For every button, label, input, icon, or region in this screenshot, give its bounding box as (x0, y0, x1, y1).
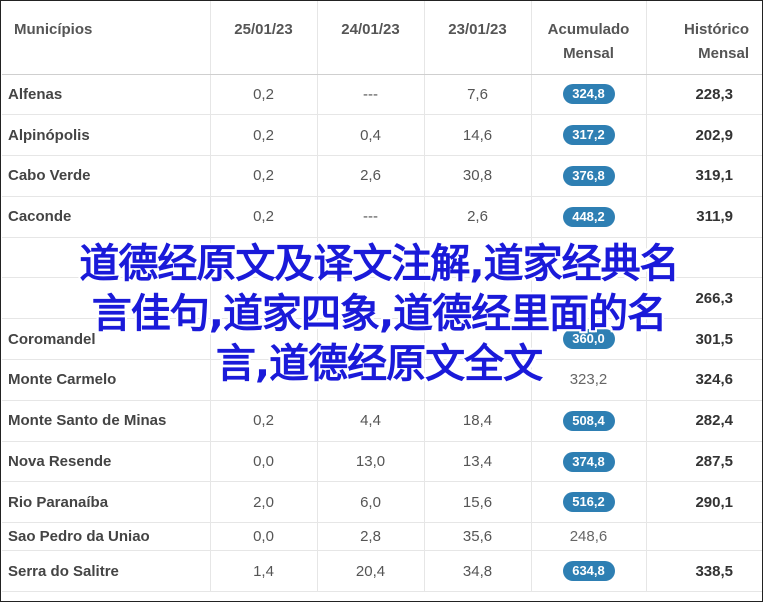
cell-date-2: 2,8 (316, 522, 424, 552)
cell-date-1: 0,2 (209, 74, 317, 116)
acumulado-badge: 374,8 (562, 451, 615, 472)
cell-historico: 290,1 (645, 481, 762, 524)
cell-acumulado: 448,2 (530, 196, 646, 238)
header-date-3[interactable]: 23/01/23 (423, 1, 531, 75)
cell-historico: 228,3 (645, 74, 762, 116)
overlay-caption-line2: 言佳句,道家四象,道德经里面的名 (91, 291, 667, 337)
cell-municipio: Monte Santo de Minas (2, 400, 210, 442)
table-row: Nova Resende 0,0 13,0 13,4 374,8 287,5 (2, 441, 762, 483)
cell-historico: 311,9 (645, 196, 762, 238)
cell-date-2: 6,0 (316, 481, 424, 524)
cell-date-1: 0,0 (209, 441, 317, 483)
acumulado-badge: 508,4 (562, 410, 615, 431)
header-acumulado[interactable]: Acumulado Mensal (530, 1, 646, 75)
table-row: Cabo Verde 0,2 2,6 30,8 376,8 319,1 (2, 155, 762, 197)
header-date-2[interactable]: 24/01/23 (316, 1, 424, 75)
precipitation-table-frame: Municípios 25/01/23 24/01/23 23/01/23 Ac… (0, 0, 763, 602)
cell-acumulado: 516,2 (530, 481, 646, 524)
acumulado-badge: 448,2 (562, 206, 615, 227)
cell-date-2: 13,0 (316, 441, 424, 483)
acumulado-badge: 516,2 (562, 492, 615, 513)
cell-historico: 202,9 (645, 114, 762, 157)
header-municipios-label: Municípios (14, 21, 93, 38)
acumulado-badge: 634,8 (562, 561, 615, 582)
overlay-caption-line1: 道德经原文及译文注解,道家经典名 (79, 241, 679, 287)
cell-acumulado: 324,8 (530, 74, 646, 116)
table-row: Sao Pedro da Uniao 0,0 2,8 35,6 248,6 (2, 522, 762, 552)
header-date-1-label: 25/01/23 (234, 21, 293, 38)
acumulado-badge: 324,8 (562, 84, 615, 105)
cell-acumulado: 508,4 (530, 400, 646, 442)
header-date-3-label: 23/01/23 (448, 21, 507, 38)
cell-acumulado: 376,8 (530, 155, 646, 197)
cell-date-1: 0,2 (209, 196, 317, 238)
cell-municipio: Nova Resende (2, 441, 210, 483)
cell-historico (645, 522, 762, 552)
cell-date-2: 20,4 (316, 550, 424, 593)
table-row: Rio Paranaíba 2,0 6,0 15,6 516,2 290,1 (2, 481, 762, 524)
cell-municipio: Alpinópolis (2, 114, 210, 157)
cell-date-2: --- (316, 74, 424, 116)
table-row: Alpinópolis 0,2 0,4 14,6 317,2 202,9 (2, 114, 762, 157)
header-historico-line1: Histórico (683, 21, 749, 38)
cell-historico: 287,5 (645, 441, 762, 483)
table-row: Alfenas 0,2 --- 7,6 324,8 228,3 (2, 74, 762, 116)
acumulado-badge: 376,8 (562, 165, 615, 186)
cell-municipio: Rio Paranaíba (2, 481, 210, 524)
header-date-1[interactable]: 25/01/23 (209, 1, 317, 75)
header-acumulado-line1: Acumulado (547, 21, 630, 38)
cell-date-1: 1,4 (209, 550, 317, 593)
cell-acumulado: 248,6 (530, 522, 646, 552)
cell-date-3: 14,6 (423, 114, 531, 157)
table-row: Caconde 0,2 --- 2,6 448,2 311,9 (2, 196, 762, 238)
cell-date-2: 4,4 (316, 400, 424, 442)
cell-date-1: 0,2 (209, 400, 317, 442)
header-date-2-label: 24/01/23 (341, 21, 400, 38)
header-historico[interactable]: Histórico Mensal (645, 1, 762, 75)
cell-date-3: 15,6 (423, 481, 531, 524)
header-acumulado-line2: Mensal (563, 45, 614, 62)
cell-historico: 338,5 (645, 550, 762, 593)
cell-date-1: 0,2 (209, 155, 317, 197)
cell-municipio: Cabo Verde (2, 155, 210, 197)
cell-municipio: Serra do Salitre (2, 550, 210, 593)
header-municipios[interactable]: Municípios (2, 1, 210, 75)
cell-date-3: 34,8 (423, 550, 531, 593)
cell-date-3: 30,8 (423, 155, 531, 197)
cell-date-3: 18,4 (423, 400, 531, 442)
cell-date-1: 0,2 (209, 114, 317, 157)
header-historico-line2: Mensal (698, 45, 749, 62)
cell-historico: 282,4 (645, 400, 762, 442)
cell-date-3: 13,4 (423, 441, 531, 483)
overlay-caption-line3: 言,道德经原文全文 (215, 341, 543, 387)
overlay-caption: 道德经原文及译文注解,道家经典名 言佳句,道家四象,道德经里面的名 言,道德经原… (9, 239, 749, 389)
cell-historico: 319,1 (645, 155, 762, 197)
acumulado-value: 248,6 (569, 528, 608, 546)
cell-municipio: Alfenas (2, 74, 210, 116)
table-row: Serra do Salitre 1,4 20,4 34,8 634,8 338,5 (2, 550, 762, 593)
cell-date-1: 0,0 (209, 522, 317, 552)
cell-date-3: 35,6 (423, 522, 531, 552)
table-header-row: Municípios 25/01/23 24/01/23 23/01/23 Ac… (2, 1, 762, 75)
cell-date-2: --- (316, 196, 424, 238)
cell-municipio: Caconde (2, 196, 210, 238)
cell-acumulado: 634,8 (530, 550, 646, 593)
table-row: Monte Santo de Minas 0,2 4,4 18,4 508,4 282,4 (2, 400, 762, 442)
cell-acumulado: 374,8 (530, 441, 646, 483)
cell-date-2: 2,6 (316, 155, 424, 197)
cell-date-1: 2,0 (209, 481, 317, 524)
cell-municipio: Sao Pedro da Uniao (2, 522, 210, 552)
cell-date-2: 0,4 (316, 114, 424, 157)
cell-date-3: 7,6 (423, 74, 531, 116)
cell-acumulado: 317,2 (530, 114, 646, 157)
cell-date-3: 2,6 (423, 196, 531, 238)
acumulado-badge: 317,2 (562, 125, 615, 146)
